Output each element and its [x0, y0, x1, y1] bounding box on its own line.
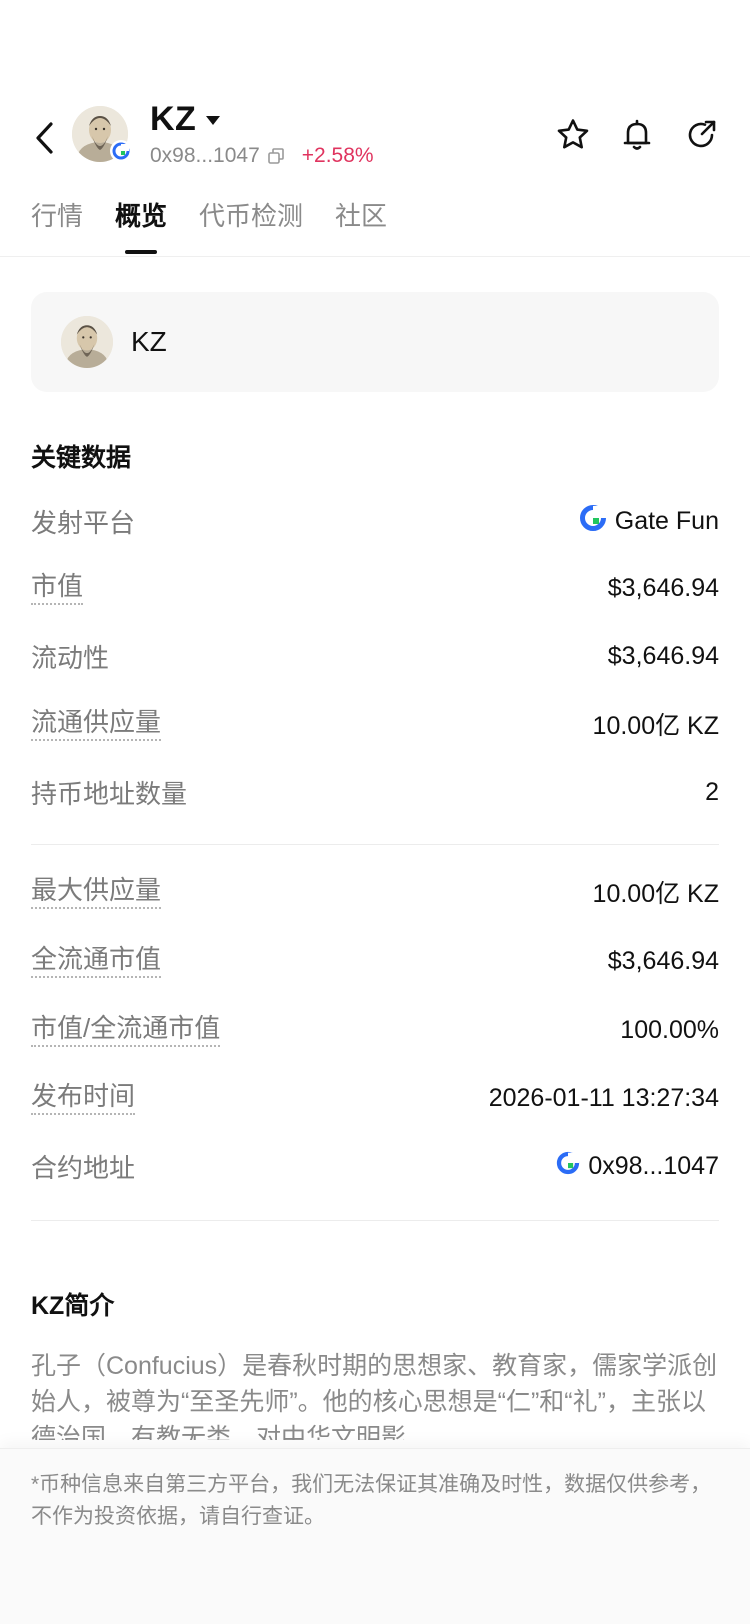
star-icon[interactable] — [554, 116, 592, 154]
holders-value: 2 — [705, 777, 719, 806]
max-supply-label[interactable]: 最大供应量 — [31, 875, 162, 909]
row-holders: 持币地址数量 2 — [31, 772, 719, 812]
tab-token-check[interactable]: 代币检测 — [199, 196, 303, 254]
price-change: +2.58% — [301, 144, 374, 167]
section-divider — [31, 844, 719, 845]
tab-overview[interactable]: 概览 — [115, 196, 167, 254]
tab-community[interactable]: 社区 — [335, 196, 387, 254]
token-header: KZ 0x98...1047 +2.58% — [0, 100, 750, 178]
contract-address-value[interactable]: 0x98...1047 — [556, 1151, 719, 1182]
circulating-supply-value: 10.00亿 KZ — [592, 712, 719, 740]
row-max-supply: 最大供应量 10.00亿 KZ — [31, 872, 719, 912]
launch-platform-label: 发射平台 — [31, 507, 136, 538]
launch-platform-name: Gate Fun — [614, 506, 719, 535]
bell-icon[interactable] — [618, 116, 656, 154]
release-time-label[interactable]: 发布时间 — [31, 1081, 136, 1115]
back-arrow-icon[interactable] — [26, 118, 62, 158]
row-fdv: 全流通市值 $3,646.94 — [31, 941, 719, 981]
row-market-cap: 市值 $3,646.94 — [31, 568, 719, 608]
disclaimer-footer: *币种信息来自第三方平台，我们无法保证其准确及时性，数据仅供参考，不作为投资依据… — [0, 1448, 750, 1624]
section-divider — [31, 1220, 719, 1221]
row-release-time: 发布时间 2026-01-11 13:27:34 — [31, 1078, 719, 1118]
release-time-value: 2026-01-11 13:27:34 — [488, 1083, 719, 1112]
row-circulating-supply: 流通供应量 10.00亿 KZ — [31, 704, 719, 744]
liquidity-value: $3,646.94 — [607, 641, 719, 670]
contract-address-text: 0x98...1047 — [588, 1151, 719, 1180]
mcap-fdv-value: 100.00% — [620, 1015, 719, 1044]
market-cap-value: $3,646.94 — [607, 573, 719, 602]
gate-chain-icon — [556, 1151, 580, 1182]
launch-platform-value[interactable]: Gate Fun — [579, 504, 719, 539]
tab-market[interactable]: 行情 — [31, 196, 83, 254]
fdv-value: $3,646.94 — [607, 946, 719, 975]
mcap-fdv-label[interactable]: 市值/全流通市值 — [31, 1013, 221, 1047]
fdv-label[interactable]: 全流通市值 — [31, 944, 162, 978]
max-supply-value: 10.00亿 KZ — [592, 880, 719, 908]
market-cap-label[interactable]: 市值 — [31, 571, 84, 605]
key-data-title: 关键数据 — [31, 444, 132, 472]
row-contract-address: 合约地址 0x98...1047 — [31, 1146, 719, 1186]
disclaimer-text: *币种信息来自第三方平台，我们无法保证其准确及时性，数据仅供参考，不作为投资依据… — [31, 1473, 712, 1528]
gate-fun-logo-icon — [579, 504, 607, 539]
token-avatar — [72, 106, 132, 164]
copy-icon[interactable] — [266, 146, 286, 166]
intro-title: KZ简介 — [31, 1292, 115, 1320]
confucius-avatar-image — [61, 316, 113, 368]
row-mcap-fdv: 市值/全流通市值 100.00% — [31, 1010, 719, 1050]
tab-bar: 行情 概览 代币检测 社区 — [31, 196, 387, 254]
row-liquidity: 流动性 $3,646.94 — [31, 636, 719, 676]
circulating-supply-label[interactable]: 流通供应量 — [31, 707, 162, 741]
gate-chain-badge-icon — [110, 140, 132, 162]
row-launch-platform: 发射平台 Gate Fun — [31, 501, 719, 541]
token-address-row: 0x98...1047 +2.58% — [150, 144, 374, 168]
intro-text: 孔子（Confucius）是春秋时期的思想家、教育家，儒家学派创始人，被尊为“至… — [31, 1352, 718, 1440]
holders-label: 持币地址数量 — [31, 778, 188, 809]
card-token-name: KZ — [131, 326, 167, 357]
liquidity-label: 流动性 — [31, 642, 110, 673]
tabs-divider — [0, 256, 750, 257]
share-icon[interactable] — [682, 116, 720, 154]
token-card[interactable]: KZ — [31, 292, 719, 392]
dropdown-caret-icon[interactable] — [206, 116, 221, 125]
token-name: KZ — [150, 100, 197, 138]
token-selector[interactable]: KZ — [150, 100, 221, 139]
header-actions — [554, 116, 720, 154]
token-address: 0x98...1047 — [150, 144, 260, 167]
contract-address-label: 合约地址 — [31, 1152, 136, 1183]
